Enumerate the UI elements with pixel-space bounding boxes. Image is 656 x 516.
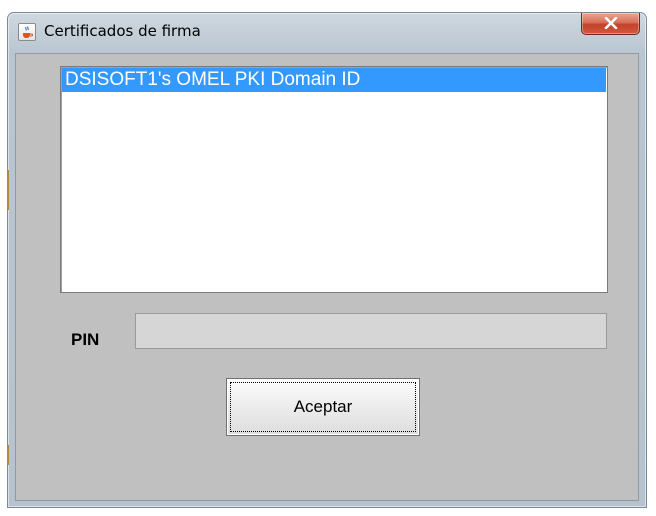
pin-field[interactable]	[135, 313, 607, 349]
close-icon	[604, 17, 618, 29]
title-bar[interactable]: Certificados de firma	[8, 13, 646, 53]
dialog-content: DSISOFT1's OMEL PKI Domain ID PIN Acepta…	[15, 53, 639, 501]
dialog-window: Certificados de firma DSISOFT1's OMEL PK…	[7, 12, 647, 508]
close-button[interactable]	[581, 13, 640, 35]
accept-button[interactable]: Aceptar	[226, 378, 420, 436]
pin-label: PIN	[71, 330, 100, 349]
focus-ring	[230, 382, 416, 432]
window-title: Certificados de firma	[44, 22, 201, 40]
certificate-list-item[interactable]: DSISOFT1's OMEL PKI Domain ID	[62, 68, 606, 92]
certificate-list[interactable]: DSISOFT1's OMEL PKI Domain ID	[60, 66, 608, 293]
background-edge	[7, 445, 9, 465]
java-cup-icon	[18, 23, 36, 41]
background-edge	[7, 170, 9, 210]
